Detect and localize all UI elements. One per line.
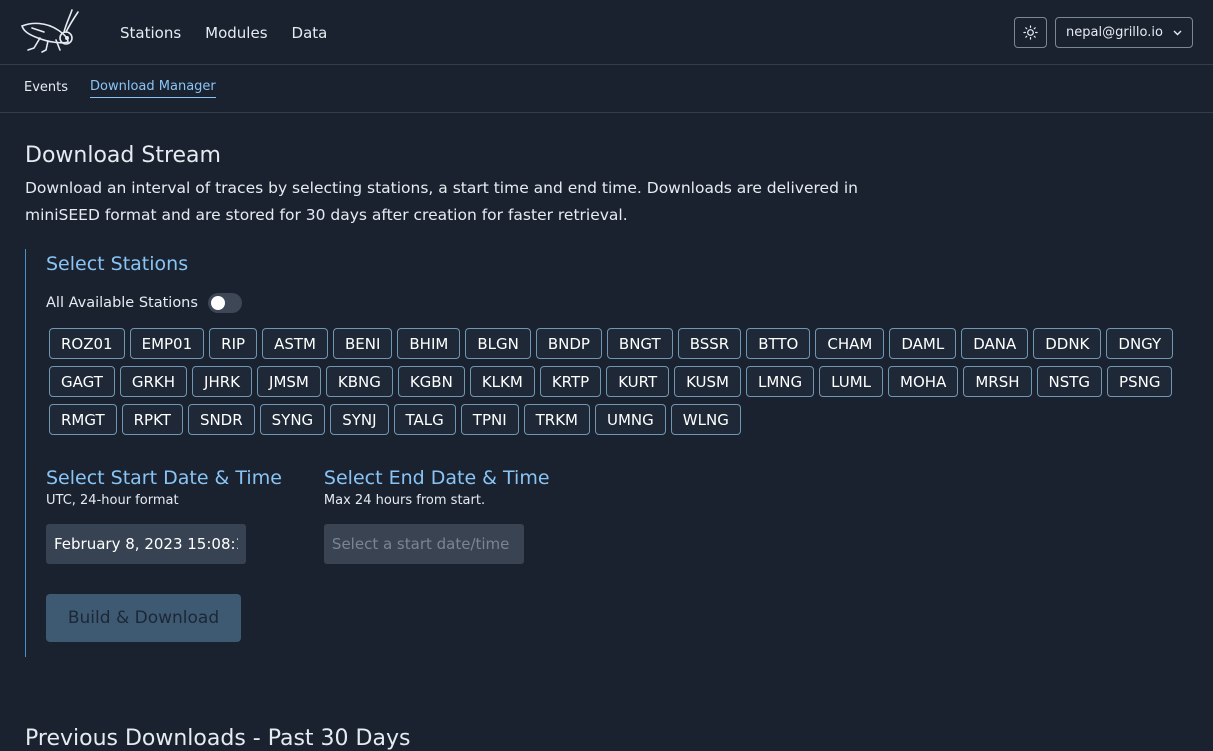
station-chip[interactable]: KRTP <box>539 366 602 397</box>
station-chip[interactable]: BSSR <box>677 328 742 359</box>
station-chip[interactable]: KURT <box>606 366 670 397</box>
nav-stations[interactable]: Stations <box>120 24 181 42</box>
station-chip[interactable]: JMSM <box>257 366 321 397</box>
station-chip[interactable]: KBNG <box>325 366 393 397</box>
build-download-button[interactable]: Build & Download <box>46 594 241 642</box>
station-chip[interactable]: KUSM <box>674 366 741 397</box>
user-menu-button[interactable]: nepal@grillo.io <box>1055 17 1193 48</box>
user-email: nepal@grillo.io <box>1066 25 1163 40</box>
date-selection: Select Start Date & Time UTC, 24-hour fo… <box>46 467 1188 564</box>
station-chip[interactable]: PSNG <box>1107 366 1173 397</box>
station-chip[interactable]: MRSH <box>963 366 1032 397</box>
station-chip[interactable]: BTTO <box>746 328 811 359</box>
grillo-logo-icon[interactable] <box>18 8 82 54</box>
top-navbar: Stations Modules Data nepal@grillo.io <box>0 0 1213 65</box>
station-chip[interactable]: KGBN <box>397 366 465 397</box>
station-chip[interactable]: DANA <box>961 328 1029 359</box>
station-chip[interactable]: TALG <box>393 404 456 435</box>
station-chip[interactable]: DNGY <box>1106 328 1174 359</box>
sun-icon <box>1023 25 1038 40</box>
end-date-hint: Max 24 hours from start. <box>323 493 486 508</box>
station-chip-list: ROZ01 EMP01 RIP ASTM BENI BHIM BLGN BNDP BNGT BSS… <box>46 328 1176 435</box>
page-title: Download Stream <box>25 143 221 168</box>
station-chip[interactable]: UMNG <box>595 404 666 435</box>
main-content: Download Stream Download an interval of … <box>0 113 1213 657</box>
station-chip[interactable]: ROZ01 <box>49 328 125 359</box>
station-chip[interactable]: SYNJ <box>330 404 389 435</box>
end-date-title: Select End Date & Time <box>323 467 550 489</box>
sub-nav: Events Download Manager <box>0 65 1213 113</box>
station-chip[interactable]: KLKM <box>469 366 535 397</box>
all-stations-toggle[interactable] <box>207 293 242 313</box>
station-chip[interactable]: RPKT <box>121 404 183 435</box>
station-chip[interactable]: RIP <box>209 328 258 359</box>
station-chip[interactable]: BLGN <box>465 328 531 359</box>
main-nav: Stations Modules Data <box>120 0 327 65</box>
end-date-input[interactable] <box>323 524 524 564</box>
select-stations-title: Select Stations <box>46 253 189 275</box>
station-chip[interactable]: SNDR <box>187 404 255 435</box>
station-chip[interactable]: DAML <box>889 328 957 359</box>
station-chip[interactable]: BHIM <box>397 328 461 359</box>
theme-toggle-button[interactable] <box>1014 17 1047 48</box>
station-chip[interactable]: GRKH <box>119 366 188 397</box>
start-date-title: Select Start Date & Time <box>46 467 282 489</box>
page-description: Download an interval of traces by select… <box>25 179 858 224</box>
station-chip[interactable]: JHRK <box>192 366 253 397</box>
station-chip[interactable]: BNGT <box>606 328 673 359</box>
end-date-section: Select End Date & Time Max 24 hours from… <box>323 467 550 564</box>
station-chip[interactable]: NSTG <box>1036 366 1103 397</box>
station-chip[interactable]: BNDP <box>535 328 602 359</box>
station-chip[interactable]: BENI <box>332 328 393 359</box>
station-chip[interactable]: SYNG <box>259 404 326 435</box>
all-stations-label: All Available Stations <box>46 295 198 311</box>
tab-events[interactable]: Events <box>24 80 68 98</box>
station-chip[interactable]: TRKM <box>523 404 591 435</box>
station-chip[interactable]: WLNG <box>670 404 741 435</box>
all-stations-row: All Available Stations <box>46 293 1188 313</box>
station-chip[interactable]: LUML <box>819 366 884 397</box>
station-chip[interactable]: CHAM <box>815 328 885 359</box>
station-chip[interactable]: LMNG <box>746 366 815 397</box>
previous-downloads-title: Previous Downloads - Past 30 Days <box>25 726 411 751</box>
start-date-input[interactable] <box>46 524 246 564</box>
start-date-hint: UTC, 24-hour format <box>46 493 179 508</box>
station-chip[interactable]: DDNK <box>1033 328 1102 359</box>
tab-download-manager[interactable]: Download Manager <box>90 79 216 98</box>
nav-data[interactable]: Data <box>292 24 328 42</box>
station-chip[interactable]: MOHA <box>888 366 959 397</box>
chevron-down-icon <box>1173 30 1182 35</box>
station-chip[interactable]: ASTM <box>262 328 328 359</box>
start-date-section: Select Start Date & Time UTC, 24-hour fo… <box>46 467 282 564</box>
nav-modules[interactable]: Modules <box>205 24 267 42</box>
station-chip[interactable]: EMP01 <box>129 328 205 359</box>
station-chip[interactable]: TPNI <box>460 404 519 435</box>
station-chip[interactable]: GAGT <box>49 366 115 397</box>
station-chip[interactable]: RMGT <box>49 404 117 435</box>
download-form: Select Stations All Available Stations R… <box>25 249 1188 657</box>
